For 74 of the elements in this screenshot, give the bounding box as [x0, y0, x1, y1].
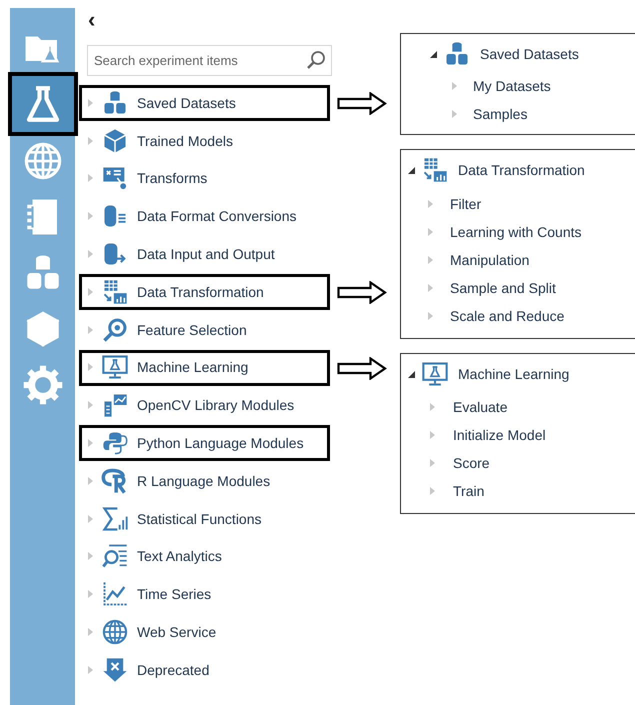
expand-triangle-icon: [430, 487, 435, 495]
tree-item[interactable]: My Datasets: [430, 72, 635, 100]
tree-item[interactable]: Initialize Model: [408, 421, 635, 449]
expand-triangle-icon: [88, 401, 93, 410]
tree-item[interactable]: Time Series: [79, 575, 212, 614]
expand-triangle-icon: [88, 666, 93, 674]
expand-triangle-icon: [88, 363, 93, 372]
expand-triangle-icon: [430, 459, 435, 467]
tree-item[interactable]: Machine Learning: [79, 348, 248, 386]
tree-item[interactable]: Samples: [430, 100, 635, 128]
collapse-triangle-icon: [408, 166, 415, 174]
expand-triangle-icon: [452, 82, 457, 90]
sigma-chart-icon: [101, 504, 129, 533]
expand-triangle-icon: [88, 552, 93, 560]
expand-triangle-icon: [88, 439, 93, 448]
search-icon: [306, 50, 326, 70]
monitor-flask-icon: [421, 360, 449, 388]
magnifier-icon: [101, 316, 129, 344]
expand-triangle-icon: [428, 284, 433, 292]
expand-triangle-icon: [88, 174, 93, 182]
tree-item[interactable]: Sample and Split: [408, 274, 635, 302]
tree-item[interactable]: Learning with Counts: [408, 218, 635, 246]
tree-item[interactable]: Train: [408, 477, 635, 505]
expand-triangle-icon: [88, 514, 93, 523]
expand-triangle-icon: [88, 326, 93, 334]
tree-item[interactable]: Scale and Reduce: [408, 302, 635, 330]
line-chart-icon: [101, 580, 129, 608]
tree-item[interactable]: OpenCV Library Modules: [79, 386, 294, 424]
tree-item[interactable]: R Language Modules: [79, 462, 270, 500]
expand-triangle-icon: [88, 628, 93, 636]
expand-triangle-icon: [428, 200, 433, 208]
tree-item[interactable]: Evaluate: [408, 393, 635, 421]
expand-triangle-icon: [88, 476, 93, 485]
expand-triangle-icon: [88, 590, 93, 598]
expand-triangle-icon: [428, 256, 433, 264]
expand-triangle-icon: [88, 250, 93, 258]
tree-item[interactable]: Web Service: [79, 613, 216, 651]
tree-item[interactable]: Data Input and Output: [79, 235, 275, 273]
search-field[interactable]: Search experiment items: [87, 45, 332, 76]
collapse-triangle-icon: [408, 370, 415, 378]
expand-triangle-icon: [88, 98, 93, 107]
tree-item[interactable]: Data Transformation: [79, 272, 264, 311]
tree-item[interactable]: Saved Datasets: [79, 84, 236, 122]
tree-item[interactable]: Filter: [408, 190, 635, 218]
tree-item[interactable]: Data Transformation: [408, 156, 635, 184]
tree-item[interactable]: Feature Selection: [79, 310, 247, 349]
tree-item[interactable]: Python Language Modules: [79, 424, 304, 462]
settings-icon: [22, 364, 64, 406]
tree-item[interactable]: Statistical Functions: [79, 500, 262, 538]
expand-triangle-icon: [430, 431, 435, 439]
expand-triangle-icon: [88, 288, 93, 296]
expand-triangle-icon: [430, 403, 435, 411]
expand-triangle-icon: [452, 110, 457, 118]
tree-item[interactable]: Saved Datasets: [430, 40, 635, 68]
tree-item[interactable]: Manipulation: [408, 246, 635, 274]
expand-triangle-icon: [428, 312, 433, 320]
grid-chart-icon: [421, 156, 449, 184]
monitor-flask-icon: [101, 353, 129, 382]
expand-triangle-icon: [428, 228, 433, 236]
collapse-button[interactable]: ‹: [88, 8, 96, 32]
nav-button[interactable]: [12, 76, 74, 132]
tree-item[interactable]: Transforms: [79, 160, 208, 198]
grid-chart-icon: [101, 278, 129, 306]
expand-triangle-icon: [88, 136, 93, 145]
tree-item[interactable]: Data Format Conversions: [79, 197, 297, 236]
tree-item[interactable]: Text Analytics: [79, 538, 222, 576]
globe-icon: [101, 618, 129, 646]
tree-item[interactable]: Score: [408, 449, 635, 477]
collapse-triangle-icon: [430, 50, 437, 58]
tree-item[interactable]: Machine Learning: [408, 360, 635, 388]
expand-triangle-icon: [88, 212, 93, 220]
tree-item[interactable]: Deprecated: [79, 650, 210, 689]
tree-item[interactable]: Trained Models: [79, 122, 233, 160]
cross-arrow-icon: [101, 656, 129, 684]
